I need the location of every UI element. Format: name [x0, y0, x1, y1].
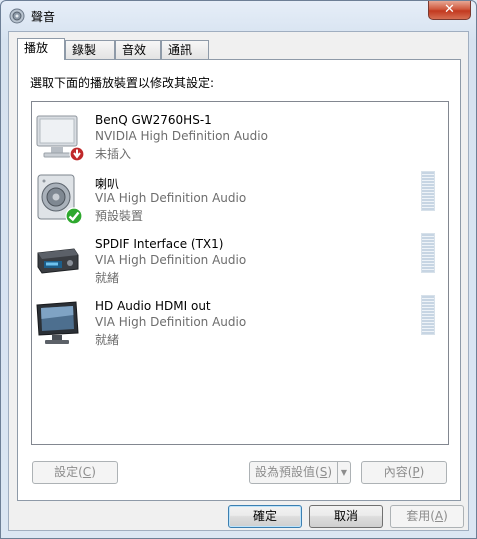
device-driver: VIA High Definition Audio — [95, 315, 247, 329]
device-name: 喇叭 — [95, 177, 120, 191]
device-status: 未插入 — [95, 147, 132, 161]
sound-app-icon — [9, 8, 25, 24]
volume-meter — [421, 171, 435, 211]
playback-panel: 選取下面的播放裝置以修改其設定: BenQ GW2760HS-1 NVIDIA … — [17, 59, 461, 501]
configure-label-suffix: ) — [91, 465, 96, 479]
set-default-dropdown-arrow-icon[interactable]: ▼ — [337, 461, 351, 484]
apply-label-suffix: ) — [443, 509, 448, 523]
device-driver: NVIDIA High Definition Audio — [95, 129, 268, 143]
cancel-button[interactable]: 取消 — [309, 505, 383, 528]
device-item-benq[interactable]: BenQ GW2760HS-1 NVIDIA High Definition A… — [32, 111, 448, 173]
volume-meter — [421, 233, 435, 273]
tab-recording[interactable]: 錄製 — [65, 40, 115, 59]
title-bar[interactable]: 聲音 ✕ — [1, 1, 476, 31]
apply-label: 套用( — [406, 509, 435, 523]
apply-button[interactable]: 套用(A) — [390, 505, 464, 528]
properties-button[interactable]: 內容(P) — [361, 461, 447, 484]
device-status: 就緒 — [95, 271, 120, 285]
unplugged-badge-icon — [69, 146, 85, 162]
close-button[interactable]: ✕ — [428, 1, 471, 20]
device-item-speakers[interactable]: 喇叭 VIA High Definition Audio 預設裝置 — [32, 171, 448, 235]
set-default-button[interactable]: 設為預設值(S) — [249, 461, 338, 484]
tab-sounds[interactable]: 音效 — [115, 40, 161, 59]
device-item-spdif[interactable]: SPDIF Interface (TX1) VIA High Definitio… — [32, 233, 448, 297]
device-list[interactable]: BenQ GW2760HS-1 NVIDIA High Definition A… — [31, 101, 449, 445]
configure-label: 設定( — [54, 465, 83, 479]
device-name: SPDIF Interface (TX1) — [95, 237, 224, 251]
device-driver: VIA High Definition Audio — [95, 191, 247, 205]
properties-accelerator: P — [412, 465, 420, 479]
window-title: 聲音 — [31, 10, 56, 24]
properties-label: 內容( — [383, 465, 413, 479]
instruction-label: 選取下面的播放裝置以修改其設定: — [30, 76, 215, 90]
monitor-icon — [36, 301, 79, 344]
device-item-hdmi[interactable]: HD Audio HDMI out VIA High Definition Au… — [32, 295, 448, 359]
dialog-client: 播放 錄製 音效 通訊 選取下面的播放裝置以修改其設定: BenQ GW2760… — [8, 31, 469, 531]
configure-accelerator: C — [82, 465, 92, 479]
receiver-icon — [37, 248, 79, 274]
apply-accelerator: A — [434, 509, 444, 523]
device-name: HD Audio HDMI out — [95, 299, 211, 313]
volume-meter — [421, 295, 435, 335]
set-default-label: 設為預設值( — [255, 465, 320, 479]
tab-communications[interactable]: 通訊 — [161, 40, 209, 59]
device-driver: VIA High Definition Audio — [95, 253, 247, 267]
default-check-badge-icon — [65, 207, 83, 225]
tab-playback[interactable]: 播放 — [17, 38, 65, 60]
ok-button[interactable]: 確定 — [228, 505, 302, 528]
configure-button[interactable]: 設定(C) — [32, 461, 118, 484]
device-status: 預設裝置 — [95, 209, 144, 223]
device-name: BenQ GW2760HS-1 — [95, 113, 212, 127]
properties-label-suffix: ) — [419, 465, 425, 479]
device-status: 就緒 — [95, 333, 120, 347]
set-default-label-suffix: ) — [327, 465, 332, 479]
sound-dialog: 聲音 ✕ 播放 錄製 音效 通訊 選取下面的播放裝置以修改其設定: BenQ G… — [0, 0, 477, 539]
